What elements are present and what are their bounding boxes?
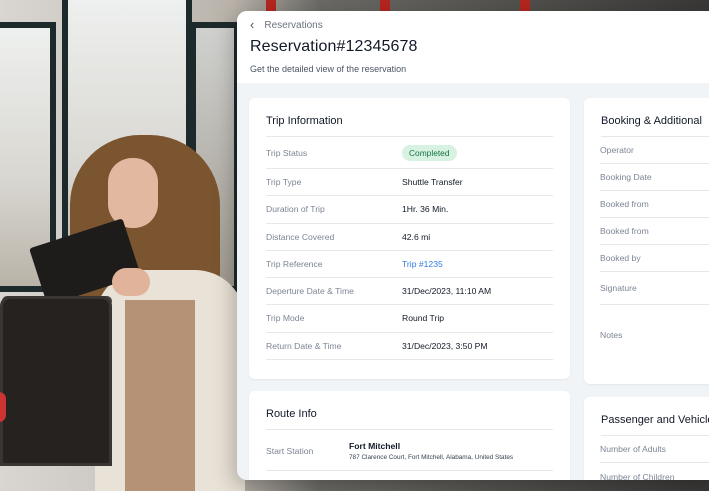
route-row-start: Start Station Fort Mitchell 787 Clarence… [266, 431, 553, 471]
passenger-vehicle-card: Passenger and Vehicle Number of Adults N… [584, 397, 709, 480]
woman-dress [125, 300, 195, 491]
trip-row-return: Return Date & Time 31/Dec/2023, 3:50 PM [266, 333, 553, 360]
trip-row-status: Trip Status Completed [266, 137, 553, 169]
row-label: Return Date & Time [266, 340, 342, 351]
trip-row-mode: Trip Mode Round Trip [266, 305, 553, 333]
chevron-left-icon[interactable]: ‹ [250, 18, 254, 31]
booking-row: Operator [600, 137, 709, 164]
row-label: Trip Reference [266, 258, 323, 269]
card-title: Booking & Additional [601, 115, 702, 127]
row-label: Trip Type [266, 177, 302, 188]
red-light [0, 392, 6, 422]
row-label: Deperture Date & Time [266, 286, 354, 297]
row-label: Duration of Trip [266, 204, 325, 215]
trip-row-distance: Distance Covered 42.6 mi [266, 224, 553, 251]
divider [266, 429, 553, 430]
booking-row: Signature [600, 272, 709, 305]
card-title: Passenger and Vehicle [601, 414, 709, 426]
trip-reference-link[interactable]: Trip #1235 [402, 259, 443, 269]
row-label: Trip Mode [266, 313, 305, 324]
booking-row: Booked by [600, 245, 709, 272]
trip-rows: Trip Status Completed Trip Type Shuttle … [266, 137, 553, 360]
booking-additional-card: Booking & Additional Operator Booking Da… [584, 98, 709, 384]
status-badge: Completed [402, 144, 457, 161]
row-label: Start Station [266, 445, 314, 456]
woman-hand [112, 268, 150, 296]
page-subtitle: Get the detailed view of the reservation [250, 64, 407, 74]
route-info-card: Route Info Start Station Fort Mitchell 7… [249, 391, 570, 480]
row-label: Distance Covered [266, 231, 335, 242]
woman-face [108, 158, 158, 228]
station-address: 787 Clarence Court, Fort Mitchell, Alaba… [349, 453, 514, 461]
booking-rows: Operator Booking Date Booked from Booked… [600, 137, 709, 365]
breadcrumb: ‹ Reservations [250, 18, 323, 31]
booking-row: Booked from [600, 191, 709, 218]
reservation-panel: ‹ Reservations Reservation#12345678 Get … [237, 11, 709, 480]
trip-row-type: Trip Type Shuttle Transfer [266, 169, 553, 197]
page-title: Reservation#12345678 [250, 38, 418, 55]
passenger-row: Number of Children [600, 471, 675, 481]
row-value: 42.6 mi [402, 231, 431, 242]
booking-row: Booked from [600, 218, 709, 245]
row-value: Shuttle Transfer [402, 177, 463, 188]
booking-row: Notes [600, 330, 623, 340]
bus-seat [0, 296, 112, 466]
breadcrumb-reservations[interactable]: Reservations [264, 20, 322, 31]
trip-row-duration: Duration of Trip 1Hr. 36 Min. [266, 196, 553, 224]
station-name: Fort Mitchell [349, 440, 401, 451]
passenger-row: Number of Adults [600, 436, 709, 463]
booking-row: Booking Date [600, 164, 709, 191]
row-value: 31/Dec/2023, 3:50 PM [402, 340, 488, 351]
page-header: ‹ Reservations Reservation#12345678 Get … [237, 11, 709, 83]
card-title: Route Info [266, 408, 317, 420]
row-value: 31/Dec/2023, 11:10 AM [402, 286, 492, 297]
start-station-info: Fort Mitchell 787 Clarence Court, Fort M… [349, 441, 513, 461]
trip-row-reference: Trip Reference Trip #1235 [266, 251, 553, 278]
trip-information-card: Trip Information Trip Status Completed T… [249, 98, 570, 379]
card-title: Trip Information [266, 115, 343, 127]
trip-row-departure: Deperture Date & Time 31/Dec/2023, 11:10… [266, 278, 553, 306]
passenger-rows: Number of Adults Number of Children [600, 436, 709, 480]
row-label: Trip Status [266, 147, 308, 158]
row-value: Round Trip [402, 313, 445, 324]
row-value: 1Hr. 36 Min. [402, 204, 449, 215]
